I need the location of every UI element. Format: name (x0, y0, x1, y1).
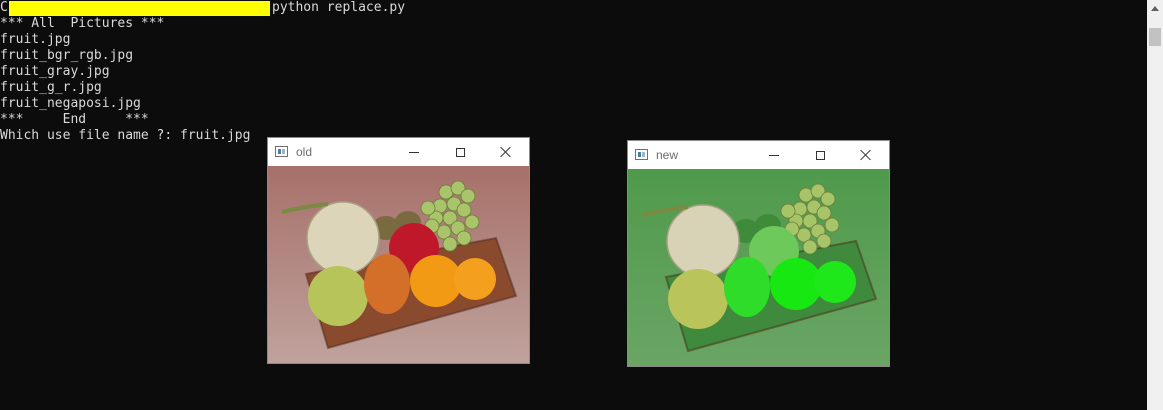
redacted-path (9, 1, 270, 16)
input-line: Which use file name ?: fruit.jpg (0, 128, 251, 143)
mango (724, 257, 770, 317)
grape (464, 214, 480, 230)
green-apple (668, 269, 728, 329)
minimize-icon (769, 154, 779, 156)
close-button[interactable] (483, 138, 529, 166)
scroll-thumb[interactable] (1149, 28, 1161, 46)
output-line: fruit_g_r.jpg (0, 80, 102, 95)
image-canvas (628, 169, 889, 366)
grape (442, 236, 458, 252)
grape (460, 188, 476, 204)
fruit-basket-image (268, 166, 529, 363)
prompt-line: C: python replace.py (0, 0, 405, 16)
close-icon (500, 146, 512, 158)
melon (306, 201, 380, 275)
window-title: old (296, 145, 313, 159)
orange (814, 261, 856, 303)
grape (456, 230, 472, 246)
fruit-basket-image (628, 169, 889, 366)
output-line: *** All Pictures *** (0, 16, 165, 31)
grape (802, 239, 818, 255)
orange (454, 258, 496, 300)
console-window[interactable]: C: python replace.py *** All Pictures **… (0, 0, 1147, 410)
image-window-old[interactable]: old (267, 137, 530, 364)
grape (820, 191, 836, 207)
output-line: fruit.jpg (0, 32, 71, 47)
minimize-icon (409, 151, 419, 153)
minimize-button[interactable] (391, 138, 437, 166)
image-window-new[interactable]: new (627, 140, 890, 367)
output-line: fruit_gray.jpg (0, 64, 110, 79)
minimize-button[interactable] (751, 141, 797, 169)
mango (364, 254, 410, 314)
grape (420, 200, 436, 216)
close-icon (860, 149, 872, 161)
output-line: fruit_negaposi.jpg (0, 96, 141, 111)
vertical-scrollbar[interactable] (1147, 0, 1163, 410)
grape (816, 233, 832, 249)
close-button[interactable] (843, 141, 889, 169)
grape (456, 202, 472, 218)
titlebar[interactable]: old (268, 138, 529, 166)
maximize-button[interactable] (437, 138, 483, 166)
window-app-icon (275, 146, 288, 157)
melon (666, 204, 740, 278)
output-line: *** End *** (0, 112, 149, 127)
scroll-up-arrow-icon[interactable] (1147, 0, 1163, 17)
maximize-icon (455, 147, 465, 157)
maximize-icon (815, 150, 825, 160)
output-line: fruit_bgr_rgb.jpg (0, 48, 134, 63)
prompt-command: python replace.py (272, 0, 406, 15)
image-canvas (268, 166, 529, 363)
window-title: new (656, 148, 679, 162)
maximize-button[interactable] (797, 141, 843, 169)
grape (780, 203, 796, 219)
grape (816, 205, 832, 221)
window-app-icon (635, 149, 648, 160)
grape (824, 217, 840, 233)
titlebar[interactable]: new (628, 141, 889, 169)
green-apple (308, 266, 368, 326)
